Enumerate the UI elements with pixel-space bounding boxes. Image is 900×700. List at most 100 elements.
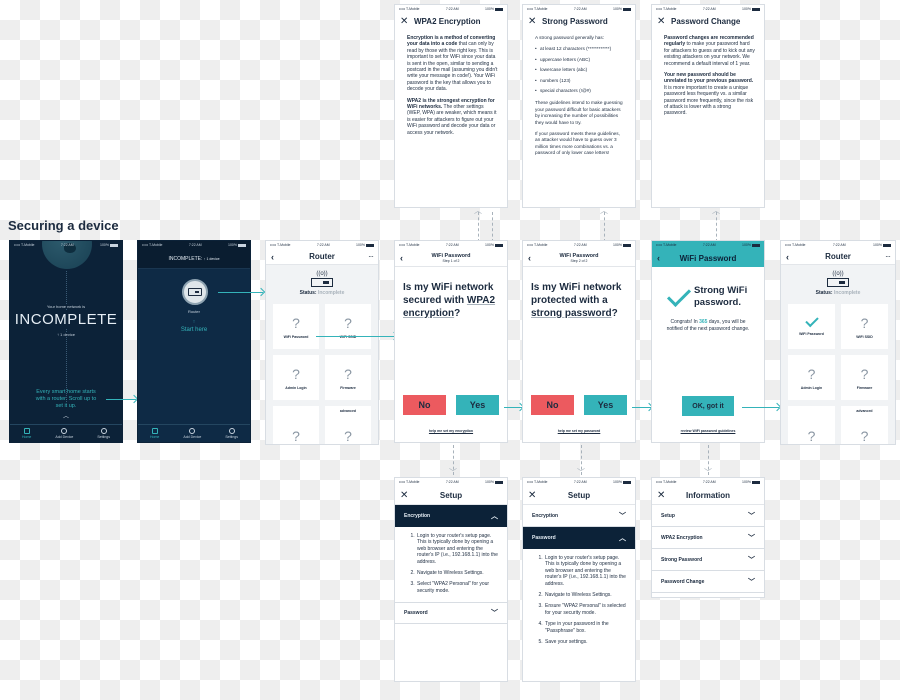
ok-got-it-button[interactable]: OK, got it bbox=[682, 396, 734, 416]
more-icon[interactable]: ··· bbox=[880, 252, 891, 261]
help-password-link[interactable]: help me set my password bbox=[523, 429, 635, 433]
close-icon[interactable]: ✕ bbox=[528, 490, 538, 501]
status-bar: ••••• T-Mobile 7:22 AM 100% bbox=[652, 5, 764, 13]
tile-unlabeled[interactable]: ? bbox=[788, 406, 835, 444]
tab-add-device[interactable]: Add Device bbox=[55, 428, 73, 439]
nav-bar: ✕ Strong Password bbox=[523, 13, 635, 29]
nav-bar: ✕ Information bbox=[652, 486, 764, 505]
question-icon: ? bbox=[807, 427, 816, 444]
close-icon[interactable]: ✕ bbox=[528, 16, 538, 27]
page-title: Information bbox=[686, 490, 730, 500]
connector-line bbox=[716, 212, 717, 242]
info-item-setup[interactable]: Setup ﹀ bbox=[652, 505, 764, 527]
nav-bar: ✕ Setup bbox=[395, 486, 507, 505]
wpa2-info-screen: ••••• T-Mobile 7:22 AM 100% ✕ WPA2 Encrypti… bbox=[394, 4, 508, 208]
question-icon: ? bbox=[292, 365, 300, 382]
password-change-info-screen: ••••• T-Mobile 7:22 AM 100% ✕ Password Chan… bbox=[651, 4, 765, 208]
settings-icon bbox=[228, 428, 235, 434]
info-item-strong-password[interactable]: Strong Password ﹀ bbox=[652, 549, 764, 571]
accordion-encryption[interactable]: Encryption ︿ bbox=[395, 505, 507, 527]
back-icon[interactable]: ‹ bbox=[400, 253, 410, 263]
chevron-down-icon: ﹀ bbox=[748, 512, 755, 520]
no-button[interactable]: No bbox=[531, 395, 574, 415]
flow-arrow bbox=[106, 399, 136, 400]
tab-add-device[interactable]: Add Device bbox=[183, 428, 201, 439]
tile-wifi-password[interactable]: ? WiFi Password bbox=[273, 304, 319, 349]
tile-firmware[interactable]: ? Firmware bbox=[841, 355, 888, 400]
home-icon bbox=[23, 428, 30, 434]
page-title: Router bbox=[825, 252, 851, 261]
tab-settings[interactable]: Settings bbox=[225, 428, 238, 439]
tile-wifi-password[interactable]: WiFi Password bbox=[788, 304, 835, 349]
tab-home[interactable]: Home bbox=[22, 428, 31, 439]
step-indicator: Step 1 of 2 bbox=[442, 258, 460, 263]
close-icon[interactable]: ✕ bbox=[400, 490, 410, 501]
battery-icon bbox=[751, 243, 760, 247]
page-title: WPA2 Encryption bbox=[414, 16, 481, 26]
close-icon[interactable]: ✕ bbox=[400, 16, 410, 27]
chevron-up-icon: ︿ bbox=[491, 513, 498, 520]
connector-line bbox=[478, 212, 479, 242]
back-icon[interactable]: ‹ bbox=[786, 252, 796, 262]
router-icon: ((o)) bbox=[311, 271, 333, 287]
status-bar: ••••• T-Mobile 7:22 AM 100% bbox=[652, 478, 764, 486]
tile-wifi-ssid[interactable]: ?WiFi SSID bbox=[841, 304, 888, 349]
tile-advanced[interactable]: advanced? bbox=[841, 406, 888, 444]
criteria-list: at least 12 characters (************) up… bbox=[535, 46, 626, 94]
close-icon[interactable]: ✕ bbox=[657, 16, 667, 27]
question-icon: ? bbox=[292, 314, 300, 331]
close-icon[interactable]: ✕ bbox=[657, 490, 667, 501]
flow-arrow bbox=[218, 292, 263, 293]
yes-button[interactable]: Yes bbox=[456, 395, 499, 415]
status-bar: ••••• T-Mobile 7:22 AM 100% bbox=[395, 5, 507, 13]
info-item-password-change[interactable]: Password Change ﹀ bbox=[652, 571, 764, 593]
strong-password-info-screen: ••••• T-Mobile 7:22 AM 100% ✕ Strong Passwo… bbox=[522, 4, 636, 208]
review-guidelines-link[interactable]: review WiFi password guidelines bbox=[652, 429, 764, 433]
status-bar: ••••• T-Mobile 7:22 AM 100% bbox=[395, 241, 507, 249]
chevron-up-icon: ︿ bbox=[600, 206, 608, 215]
info-item-wpa2[interactable]: WPA2 Encryption ﹀ bbox=[652, 527, 764, 549]
success-headline: Strong WiFi password. bbox=[694, 285, 748, 308]
setup-encryption-screen: ••••• T-Mobile 7:22 AM 100% ✕ Setup Encrypt… bbox=[394, 477, 508, 682]
tab-home[interactable]: Home bbox=[150, 428, 159, 439]
chevron-down-icon: ﹀ bbox=[704, 468, 712, 477]
back-icon[interactable]: ‹ bbox=[271, 252, 281, 262]
add-device-icon bbox=[61, 428, 68, 434]
no-button[interactable]: No bbox=[403, 395, 446, 415]
status-bar: ••••• T-Mobile 7:22 AM 100% bbox=[652, 241, 764, 249]
battery-icon bbox=[622, 480, 631, 484]
chevron-up-icon[interactable]: ︿ bbox=[10, 411, 122, 420]
strong-password-link[interactable]: strong password bbox=[531, 308, 612, 319]
more-icon[interactable]: ··· bbox=[363, 252, 374, 261]
tab-settings[interactable]: Settings bbox=[97, 428, 110, 439]
chevron-up-icon: ︿ bbox=[619, 535, 626, 542]
back-icon[interactable]: ‹ bbox=[657, 253, 667, 263]
router-device-button[interactable] bbox=[182, 279, 208, 305]
chevron-down-icon: ﹀ bbox=[619, 512, 626, 520]
tile-firmware[interactable]: ? Firmware bbox=[325, 355, 371, 400]
step2-screen: ••••• T-Mobile 7:22 AM 100% ‹ WiFi Passwor… bbox=[522, 240, 636, 443]
accordion-encryption[interactable]: Encryption ﹀ bbox=[523, 505, 635, 527]
accordion-password[interactable]: Password ﹀ bbox=[395, 602, 507, 625]
router-icon bbox=[188, 288, 202, 296]
nav-bar: ✕ Setup bbox=[523, 486, 635, 505]
flow-arrow bbox=[316, 336, 396, 337]
battery-icon bbox=[365, 243, 374, 247]
help-encryption-link[interactable]: help me set my encryption bbox=[395, 429, 507, 433]
accordion-password[interactable]: Password ︿ bbox=[523, 527, 635, 549]
tile-wifi-ssid[interactable]: ?WiFi SSID bbox=[325, 304, 371, 349]
yes-button[interactable]: Yes bbox=[584, 395, 627, 415]
status-bar: ••••• T-Mobile 7:22 AM 100% bbox=[266, 241, 378, 249]
back-icon[interactable]: ‹ bbox=[528, 253, 538, 263]
chevron-down-icon: ﹀ bbox=[748, 534, 755, 542]
home-screen: ••••• T-Mobile 7:22 AM 100% Your home ne… bbox=[9, 240, 123, 443]
tile-admin-login[interactable]: ? Admin Login bbox=[788, 355, 835, 400]
tile-advanced[interactable]: advanced? bbox=[325, 406, 371, 444]
status-bar: ••••• T-Mobile 7:22 AM 100% bbox=[781, 241, 895, 249]
tile-unlabeled[interactable]: ? bbox=[273, 406, 319, 444]
status-bar: ••••• T-Mobile 7:22 AM 100% bbox=[395, 478, 507, 486]
device-count[interactable]: ↑ 1 device bbox=[10, 332, 122, 337]
nav-bar: ‹ WiFi Password Step 2 of 2 bbox=[523, 249, 635, 267]
tile-admin-login[interactable]: ? Admin Login bbox=[273, 355, 319, 400]
router-icon: ((o)) bbox=[827, 271, 849, 287]
